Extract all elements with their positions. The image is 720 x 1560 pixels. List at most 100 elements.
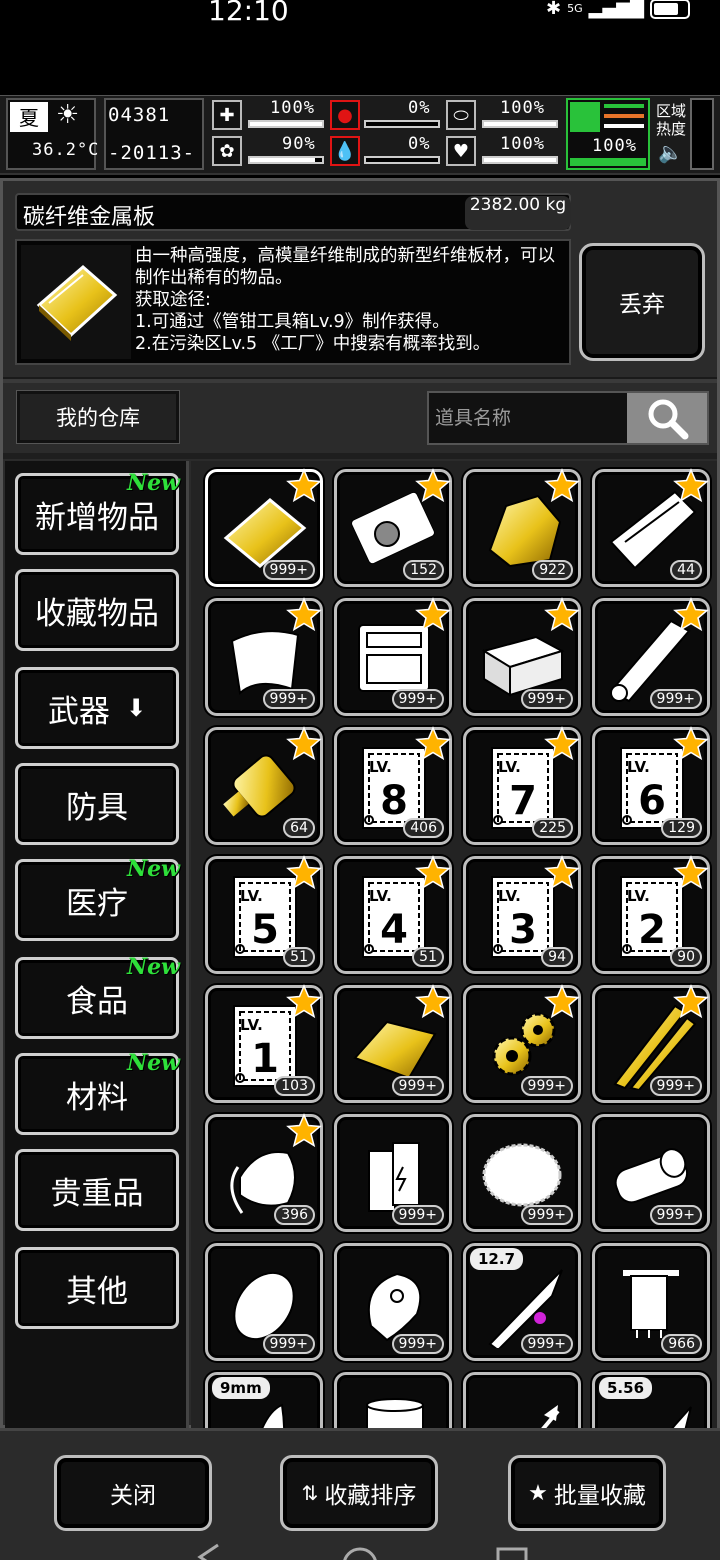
blood-percent: 0%: [408, 134, 431, 154]
favorite-star-icon: [286, 984, 322, 1019]
inventory-slot[interactable]: 12.7 999+: [463, 1243, 581, 1361]
category-7[interactable]: 材料 New: [15, 1050, 180, 1135]
stomach-percent: 0%: [408, 98, 431, 118]
new-badge: New: [126, 1050, 180, 1076]
shield-icon: ⬭: [446, 100, 476, 130]
search-button[interactable]: [627, 393, 707, 443]
category-3[interactable]: 武器 ⬇: [15, 667, 179, 749]
inventory-slot[interactable]: LV. 2 90: [592, 855, 710, 974]
svg-text:8: 8: [380, 778, 408, 824]
favorite-sort-label: 收藏排序: [324, 1483, 417, 1509]
blood-bar: [364, 156, 440, 164]
inventory-slot[interactable]: 999+: [334, 597, 452, 716]
star-icon: ★: [528, 1480, 548, 1506]
shield-bar: [482, 120, 558, 128]
inventory-slot[interactable]: 9mm: [205, 1372, 323, 1429]
item-count: 999+: [649, 1205, 702, 1225]
search-input[interactable]: [435, 403, 625, 433]
category-5[interactable]: 医疗 New: [15, 856, 180, 941]
inventory-slot[interactable]: LV. 8 406: [334, 726, 452, 845]
item-count: 966: [661, 1334, 702, 1354]
inventory-slot[interactable]: 999+: [334, 1114, 452, 1232]
favorite-star-icon: [286, 726, 322, 761]
inventory-slot[interactable]: 152: [334, 468, 452, 587]
inventory-slot[interactable]: [463, 1372, 581, 1429]
favorite-star-icon: [286, 468, 322, 503]
svg-text:LV.: LV.: [369, 758, 392, 776]
batch-favorite-button[interactable]: ★ 批量收藏: [508, 1455, 666, 1531]
category-2[interactable]: 收藏物品: [15, 569, 179, 651]
inventory-slot[interactable]: 396: [205, 1113, 323, 1232]
inventory-slot[interactable]: 999+: [205, 1243, 323, 1361]
inventory-slot[interactable]: 922: [463, 468, 581, 587]
svg-text:7: 7: [509, 778, 537, 824]
inventory-slot[interactable]: 999+: [463, 984, 581, 1103]
inventory-slot[interactable]: 999+: [592, 984, 710, 1103]
inventory-slot[interactable]: [334, 1372, 452, 1429]
category-label: 医疗: [66, 885, 128, 922]
item-count: 51: [412, 947, 444, 967]
item-title-box: 碳纤维金属板 2382.00 kg: [15, 193, 571, 231]
category-9[interactable]: 其他: [15, 1247, 179, 1329]
batch-favorite-label: 批量收藏: [553, 1483, 646, 1509]
heart-icon: ♥: [446, 136, 476, 166]
category-8[interactable]: 贵重品: [15, 1149, 179, 1231]
caliber-tag: 9mm: [212, 1377, 270, 1399]
speaker-icon[interactable]: 🔈: [658, 140, 683, 164]
discard-button[interactable]: 丢弃: [579, 243, 705, 361]
close-label: 关闭: [110, 1483, 156, 1509]
inventory-slot[interactable]: 5.56: [592, 1372, 710, 1429]
sort-arrows-icon: ⇅: [301, 1481, 319, 1505]
my-warehouse-tab[interactable]: 我的仓库: [16, 390, 180, 444]
svg-text:LV.: LV.: [498, 758, 521, 776]
stomach-bar: [364, 120, 440, 128]
item-count: 999+: [391, 1334, 444, 1354]
network-label: 5G: [567, 2, 583, 15]
item-count: 51: [283, 947, 315, 967]
item-count: 103: [274, 1076, 315, 1096]
item-name: 碳纤维金属板: [23, 205, 156, 230]
category-6[interactable]: 食品 New: [15, 954, 180, 1039]
favorite-star-icon: [544, 855, 580, 890]
inventory-slot[interactable]: LV. 4 51: [334, 855, 452, 974]
stripe-orange: [604, 114, 644, 118]
inventory-slot[interactable]: 999+: [205, 597, 323, 716]
inventory-slot[interactable]: 999+: [592, 597, 710, 716]
caliber-tag: 5.56: [599, 1377, 653, 1399]
inventory-slot[interactable]: 966: [592, 1243, 710, 1361]
item-count: 999+: [391, 1076, 444, 1096]
favorite-sort-button[interactable]: ⇅ 收藏排序: [280, 1455, 438, 1531]
inventory-slot[interactable]: 999+: [592, 1114, 710, 1232]
inventory-slot[interactable]: LV. 5 51: [205, 855, 323, 974]
inventory-slot[interactable]: LV. 3 94: [463, 855, 581, 974]
inventory-slot[interactable]: LV. 1 103: [205, 984, 323, 1103]
inventory-slot[interactable]: 64: [205, 726, 323, 845]
svg-text:LV.: LV.: [240, 1016, 263, 1034]
bottom-bar: 关闭 ⇅ 收藏排序 ★ 批量收藏: [0, 1428, 720, 1560]
heart-fill: [484, 158, 556, 162]
inventory-slot[interactable]: 999+: [205, 468, 323, 587]
item-count: 999+: [520, 1334, 573, 1354]
svg-text:LV.: LV.: [498, 887, 521, 905]
inventory-slot[interactable]: LV. 7 225: [463, 726, 581, 845]
close-button[interactable]: 关闭: [54, 1455, 212, 1531]
home-icon: [343, 1547, 377, 1560]
zone-heat-label: 区域 热度: [656, 102, 687, 138]
favorite-star-icon: [286, 855, 322, 890]
inventory-slot[interactable]: LV. 6 129: [592, 726, 710, 845]
shield-percent: 100%: [500, 98, 545, 118]
category-4[interactable]: 防具: [15, 763, 179, 845]
inventory-slot[interactable]: 999+: [463, 597, 581, 716]
status-time: 12:10: [208, 0, 289, 27]
category-1[interactable]: 新增物品 New: [15, 470, 180, 555]
category-label: 防具: [66, 789, 128, 826]
svg-text:LV.: LV.: [627, 758, 650, 776]
svg-text:LV.: LV.: [369, 887, 392, 905]
svg-text:LV.: LV.: [627, 887, 650, 905]
inventory-slot[interactable]: 999+: [334, 984, 452, 1103]
inventory-slot[interactable]: 44: [592, 468, 710, 587]
inventory-slot[interactable]: 999+: [334, 1243, 452, 1361]
favorite-star-icon: [673, 984, 709, 1019]
recents-icon: [496, 1547, 528, 1560]
inventory-slot[interactable]: 999+: [463, 1114, 581, 1232]
